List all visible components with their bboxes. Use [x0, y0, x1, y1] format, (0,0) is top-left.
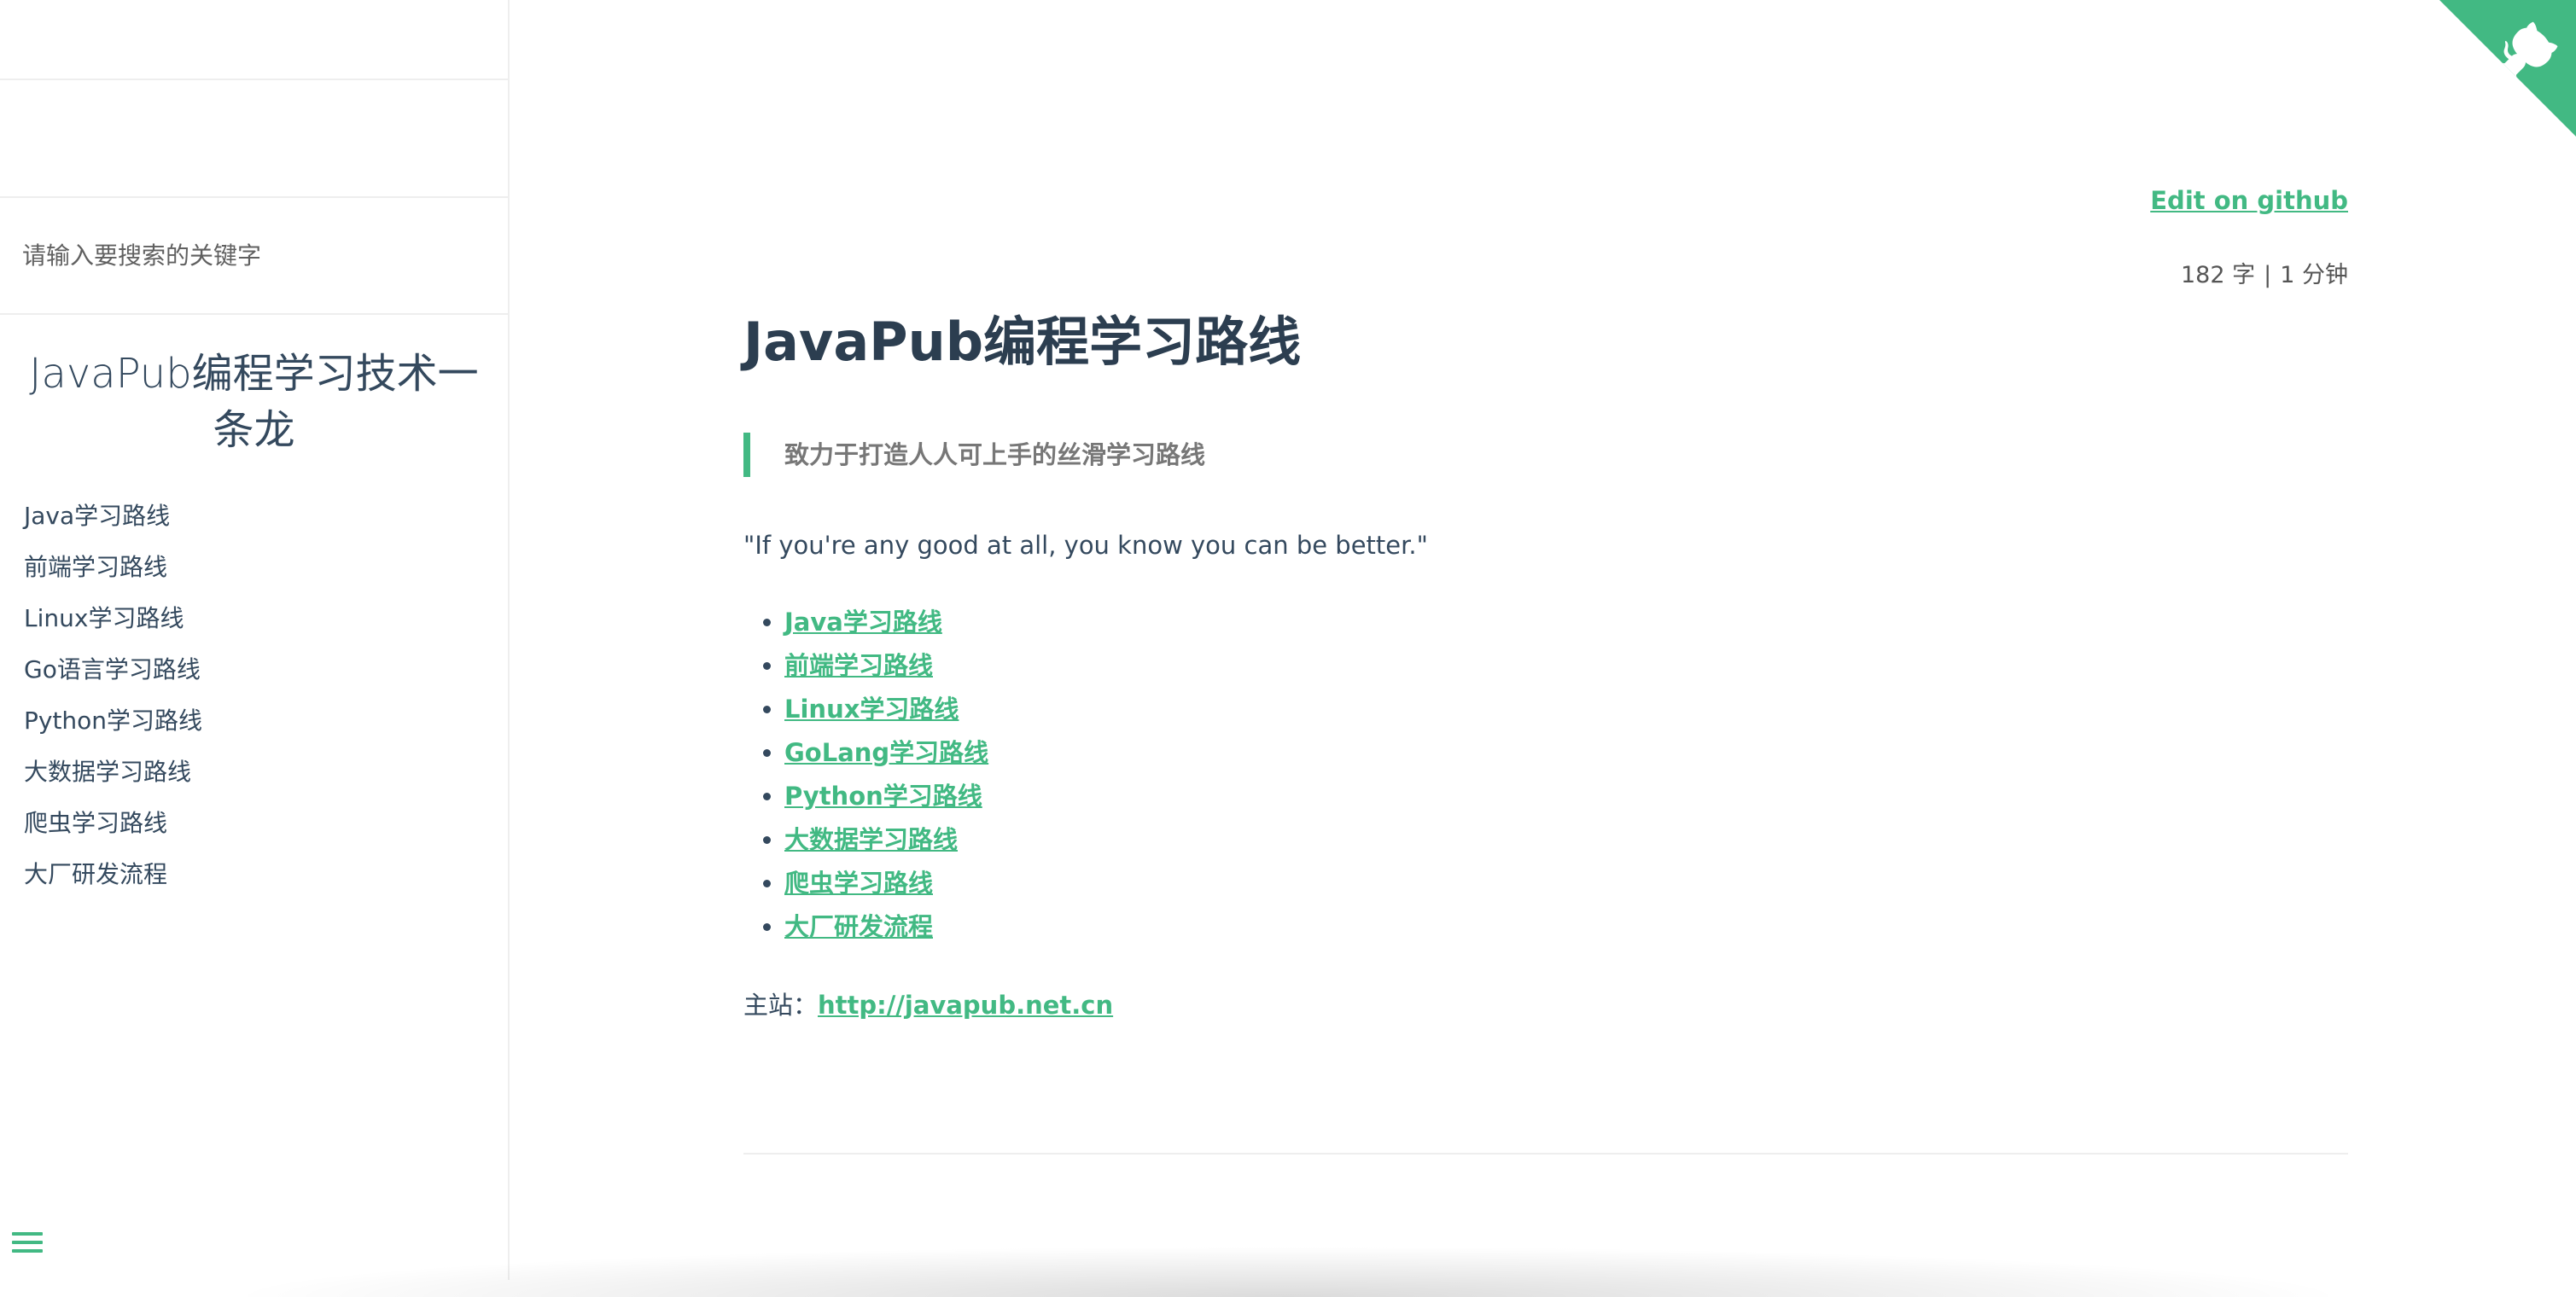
- list-item: 大数据学习路线: [784, 818, 988, 862]
- search-input[interactable]: [0, 199, 508, 311]
- link-java-roadmap[interactable]: Java学习路线: [784, 608, 942, 637]
- sidebar-item-go[interactable]: Go语言学习路线: [24, 647, 202, 698]
- list-item: 爬虫学习路线: [784, 862, 988, 905]
- main-site-label: 主站：: [743, 991, 819, 1020]
- main-site-line: 主站：http://javapub.net.cn: [743, 986, 1113, 1021]
- list-item: Python学习路线: [784, 775, 988, 818]
- link-linux-roadmap[interactable]: Linux学习路线: [784, 695, 959, 724]
- edit-on-github-link[interactable]: Edit on github: [2150, 186, 2348, 215]
- word-count: 182 字: [2181, 262, 2256, 288]
- list-item: Java学习路线: [784, 601, 988, 644]
- sidebar-item-crawler[interactable]: 爬虫学习路线: [24, 800, 202, 852]
- roadmap-link-list: Java学习路线 前端学习路线 Linux学习路线 GoLang学习路线 Pyt…: [743, 601, 988, 949]
- sidebar-item-linux[interactable]: Linux学习路线: [24, 596, 202, 647]
- main-content: Edit on github 182 字 | 1 分钟 JavaPub编程学习路线 …: [743, 0, 2348, 1280]
- sidebar-item-frontend[interactable]: 前端学习路线: [24, 544, 202, 596]
- tagline-quote: 致力于打造人人可上手的丝滑学习路线: [743, 433, 1205, 477]
- list-item: 大厂研发流程: [784, 905, 988, 949]
- list-item: 前端学习路线: [784, 644, 988, 688]
- main-site-link[interactable]: http://javapub.net.cn: [818, 991, 1113, 1020]
- read-time: 1 分钟: [2280, 262, 2348, 288]
- stats-separator: |: [2264, 262, 2272, 288]
- sidebar-divider: [0, 79, 508, 80]
- link-crawler-roadmap[interactable]: 爬虫学习路线: [784, 869, 933, 898]
- link-python-roadmap[interactable]: Python学习路线: [784, 782, 982, 811]
- page-title: JavaPub编程学习路线: [743, 311, 1302, 373]
- link-dev-process[interactable]: 大厂研发流程: [784, 912, 933, 941]
- app-name[interactable]: JavaPub编程学习技术一条龙: [0, 346, 508, 458]
- sidebar-divider: [0, 196, 508, 198]
- list-item: GoLang学习路线: [784, 731, 988, 775]
- sidebar-item-java[interactable]: Java学习路线: [24, 493, 202, 544]
- sidebar: JavaPub编程学习技术一条龙 Java学习路线 前端学习路线 Linux学习…: [0, 0, 510, 1280]
- sidebar-item-dev-process[interactable]: 大厂研发流程: [24, 852, 202, 903]
- sidebar-item-python[interactable]: Python学习路线: [24, 698, 202, 749]
- list-item: Linux学习路线: [784, 688, 988, 731]
- tagline-text: 致力于打造人人可上手的丝滑学习路线: [784, 440, 1206, 469]
- link-golang-roadmap[interactable]: GoLang学习路线: [784, 738, 988, 767]
- content-divider: [743, 1153, 2348, 1155]
- sidebar-nav: Java学习路线 前端学习路线 Linux学习路线 Go语言学习路线 Pytho…: [24, 493, 202, 903]
- menu-icon[interactable]: [12, 1227, 43, 1258]
- link-frontend-roadmap[interactable]: 前端学习路线: [784, 651, 933, 680]
- sidebar-item-bigdata[interactable]: 大数据学习路线: [24, 749, 202, 800]
- reading-stats: 182 字 | 1 分钟: [2181, 256, 2348, 289]
- sidebar-divider: [0, 313, 508, 315]
- github-octocat-icon[interactable]: [2439, 0, 2576, 137]
- link-bigdata-roadmap[interactable]: 大数据学习路线: [784, 825, 958, 854]
- motto-text: "If you're any good at all, you know you…: [743, 531, 1428, 560]
